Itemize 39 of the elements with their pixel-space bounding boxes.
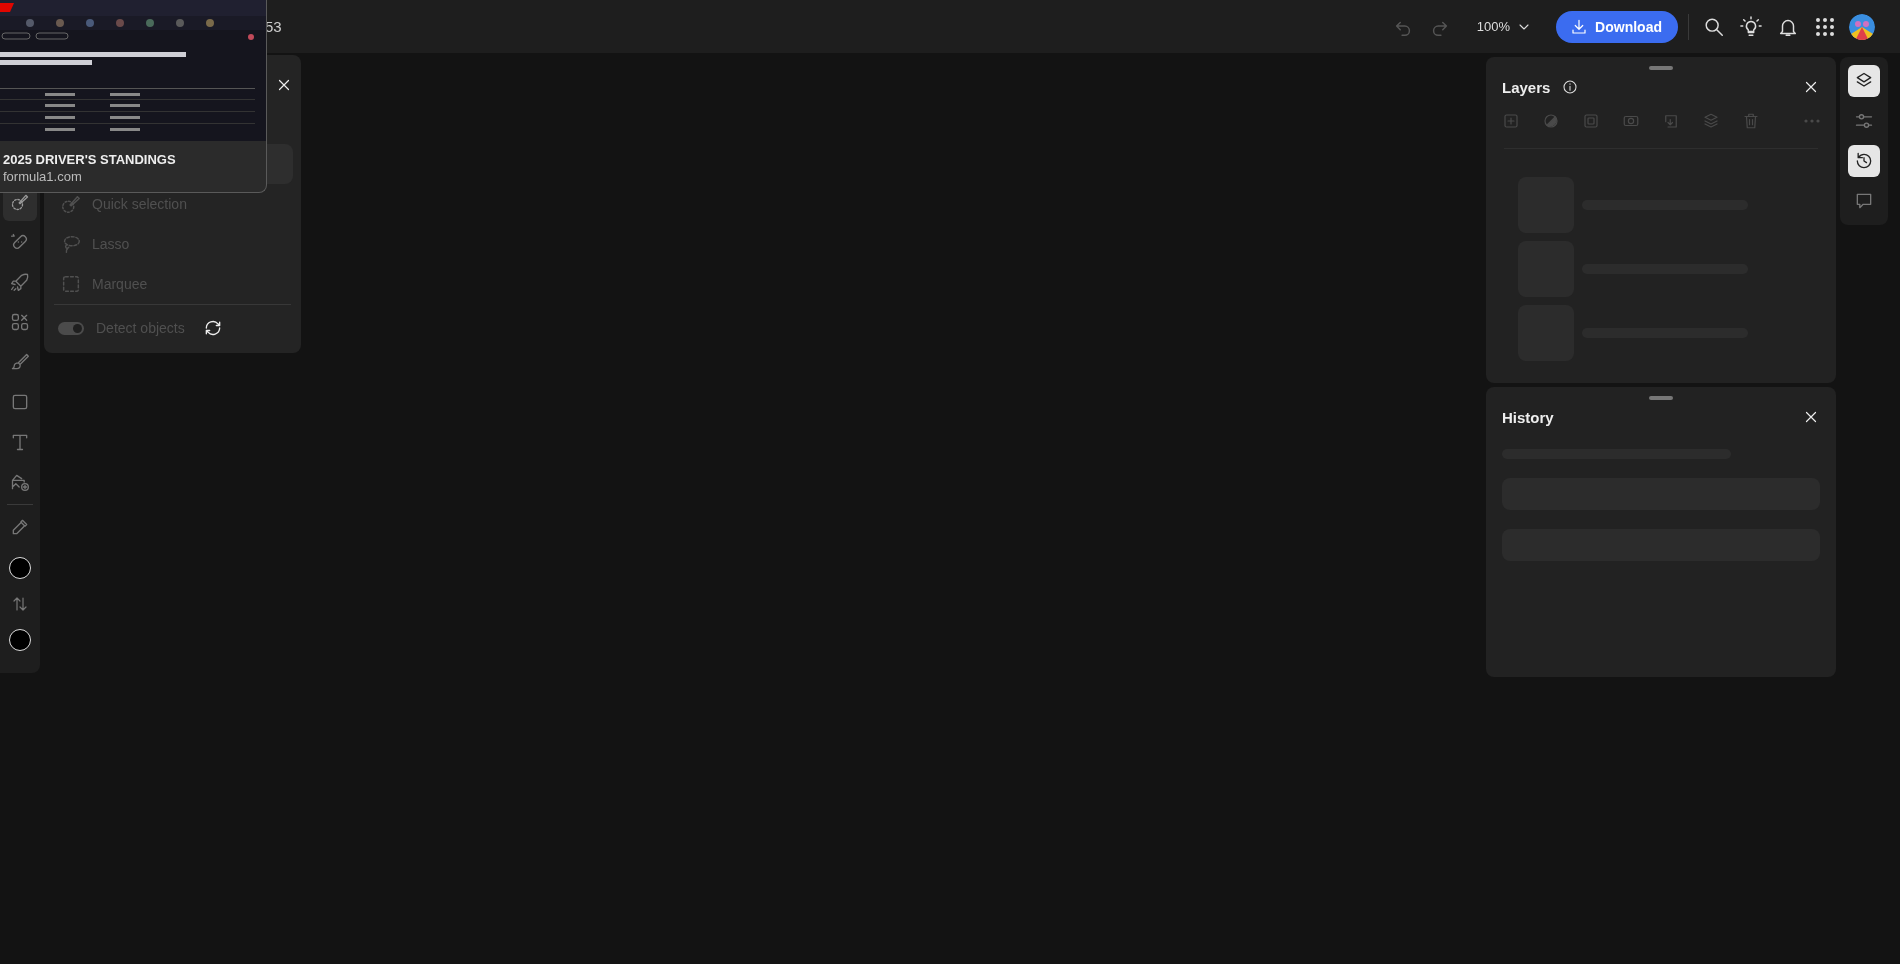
text-icon [10,432,30,452]
preview-url: formula1.com [3,169,83,184]
image-plus-icon [10,472,30,492]
drag-handle[interactable] [1649,396,1673,400]
more-icon [1804,119,1820,123]
color-swatch[interactable] [9,629,31,651]
marquee-icon [60,273,82,295]
bandage-icon [10,232,30,252]
rail-button[interactable] [1848,65,1880,97]
layers-icon [1702,112,1720,130]
apps-grid-icon [1816,17,1834,36]
brush-selection-icon [10,192,30,212]
download-button[interactable]: Download [1556,10,1678,43]
zoom-dropdown[interactable]: 100% [1470,17,1539,36]
eyedropper-icon [10,517,30,537]
history-icon [1854,151,1874,171]
drag-handle[interactable] [1649,66,1673,70]
download-icon [1570,17,1589,36]
sliders-icon [1854,111,1874,131]
panel-title: Layers [1502,78,1551,96]
shapes-icon [10,312,30,332]
brush-icon [10,352,30,372]
panel-title: History [1502,408,1554,426]
rail-button[interactable] [1848,145,1880,177]
add-layer-icon [1502,112,1520,130]
rocket-icon [10,272,30,292]
preview-title: 2025 DRIVER'S STANDINGS [3,152,177,167]
brush-selection-icon [60,193,82,215]
comment-icon [1854,191,1874,211]
info-icon [1562,79,1579,95]
swap-icon [11,595,29,613]
mask-icon [1542,112,1560,130]
arrange-icon [1662,112,1680,130]
color-swatch[interactable] [9,557,31,579]
trash-icon [1742,112,1760,130]
frame-icon [1582,112,1600,130]
square-icon [10,392,30,412]
avatar[interactable] [1849,13,1875,40]
lightbulb-icon [1740,15,1762,38]
